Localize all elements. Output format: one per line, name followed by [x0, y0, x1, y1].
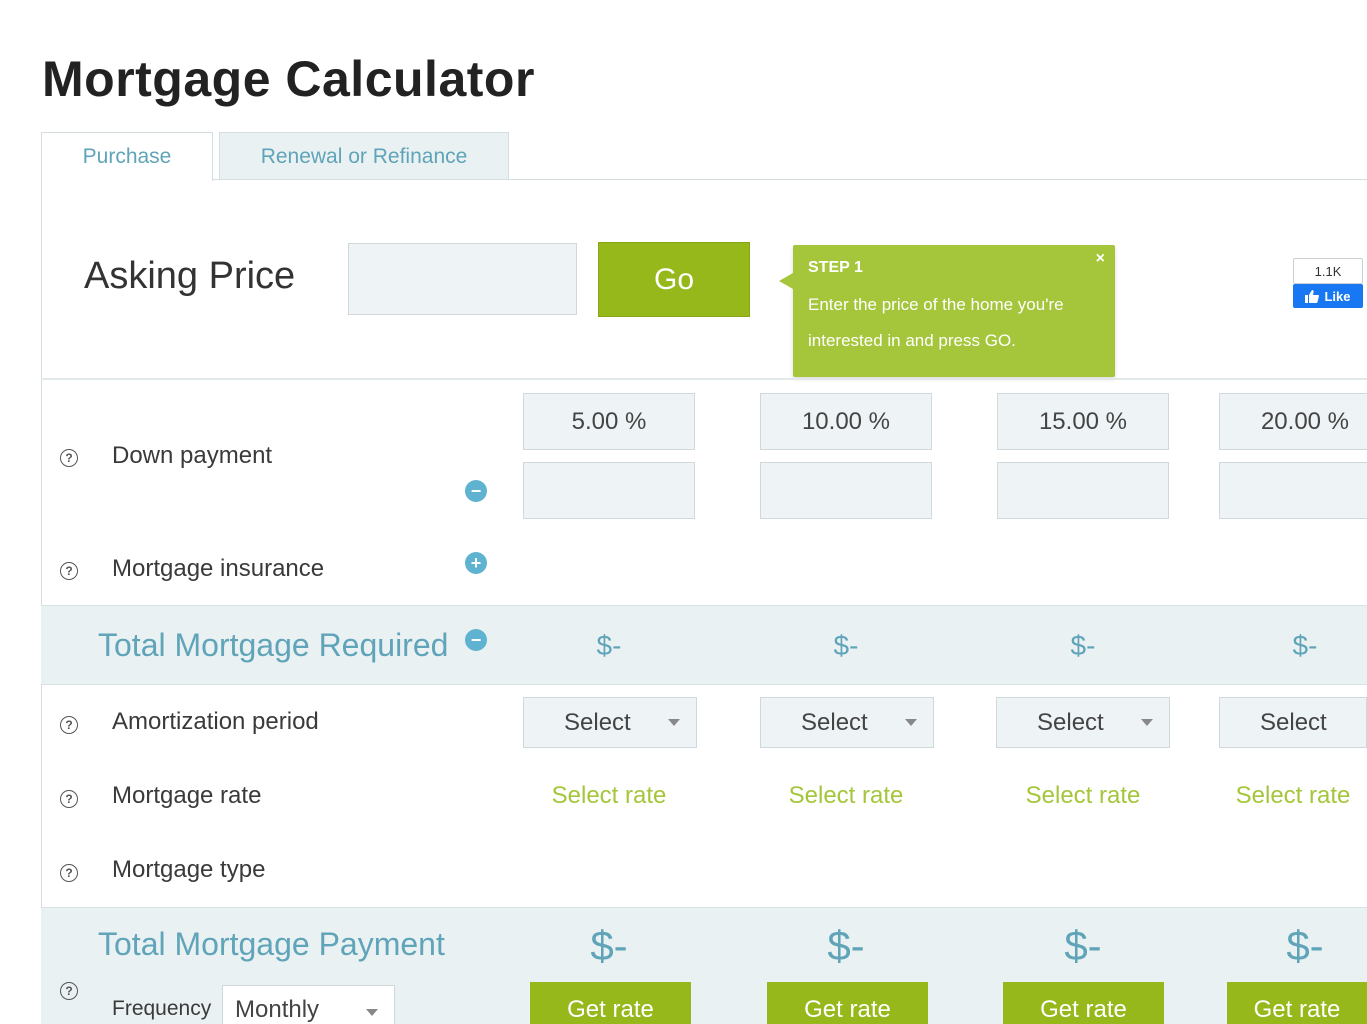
total-payment-value-2: $- — [827, 922, 865, 969]
select-value: Select — [564, 708, 631, 736]
down-payment-percent-1[interactable]: 5.00 % — [523, 393, 695, 450]
facebook-like-widget: 1.1K Like — [1293, 258, 1363, 310]
help-icon[interactable]: ? — [60, 790, 78, 808]
frequency-select[interactable]: Monthly — [222, 985, 395, 1024]
mortgage-rate-label: Mortgage rate — [112, 782, 262, 809]
chevron-down-icon — [1141, 719, 1153, 726]
thumbs-up-icon — [1305, 289, 1320, 303]
tooltip-text: Enter the price of the home you're inter… — [808, 295, 1064, 350]
amortization-select-2[interactable]: Select — [760, 697, 934, 748]
chevron-down-icon — [668, 719, 680, 726]
select-value: Select — [1260, 708, 1327, 736]
total-required-value-3: $- — [1070, 630, 1096, 661]
down-payment-percent-4[interactable]: 20.00 % — [1219, 393, 1367, 450]
get-rate-button-2[interactable]: Get rate — [767, 982, 928, 1024]
minus-circle-icon[interactable]: − — [465, 480, 487, 502]
frequency-label: Frequency — [112, 997, 212, 1020]
total-payment-value-3: $- — [1064, 922, 1102, 969]
total-mortgage-payment-title: Total Mortgage Payment — [98, 926, 445, 962]
asking-price-input[interactable] — [348, 243, 577, 315]
select-rate-link-4[interactable]: Select rate — [1219, 782, 1367, 810]
select-value: Select — [801, 708, 868, 736]
help-icon[interactable]: ? — [60, 982, 78, 1000]
help-icon[interactable]: ? — [60, 716, 78, 734]
plus-circle-icon[interactable]: + — [465, 552, 487, 574]
select-rate-link-2[interactable]: Select rate — [760, 782, 932, 810]
total-mortgage-required-title: Total Mortgage Required — [98, 627, 449, 663]
close-icon[interactable]: × — [1096, 250, 1105, 268]
like-label: Like — [1324, 288, 1351, 304]
down-payment-percent-3[interactable]: 15.00 % — [997, 393, 1169, 450]
help-icon[interactable]: ? — [60, 449, 78, 467]
get-rate-button-4[interactable]: Get rate — [1227, 982, 1367, 1024]
total-payment-value-4: $- — [1286, 922, 1324, 969]
asking-price-label: Asking Price — [84, 255, 296, 297]
tab-renewal-refinance[interactable]: Renewal or Refinance — [219, 132, 509, 180]
down-payment-amount-3[interactable] — [997, 462, 1169, 519]
section-divider — [41, 378, 1367, 380]
tooltip-title: STEP 1 — [808, 259, 863, 276]
total-payment-value-1: $- — [590, 922, 628, 969]
page-title: Mortgage Calculator — [42, 51, 535, 107]
facebook-like-button[interactable]: Like — [1293, 284, 1363, 308]
down-payment-amount-4[interactable] — [1219, 462, 1367, 519]
down-payment-percent-2[interactable]: 10.00 % — [760, 393, 932, 450]
help-icon[interactable]: ? — [60, 562, 78, 580]
select-rate-link-1[interactable]: Select rate — [523, 782, 695, 810]
mortgage-type-label: Mortgage type — [112, 856, 266, 883]
down-payment-label: Down payment — [112, 442, 273, 469]
like-count: 1.1K — [1293, 258, 1363, 284]
help-icon[interactable]: ? — [60, 864, 78, 882]
minus-circle-icon[interactable]: − — [465, 629, 487, 651]
mortgage-insurance-label: Mortgage insurance — [112, 555, 325, 582]
select-value: Select — [1037, 708, 1104, 736]
tab-purchase[interactable]: Purchase — [41, 132, 213, 181]
chevron-down-icon — [905, 719, 917, 726]
amortization-select-3[interactable]: Select — [996, 697, 1170, 748]
down-payment-amount-2[interactable] — [760, 462, 932, 519]
down-payment-amount-1[interactable] — [523, 462, 695, 519]
amortization-period-label: Amortization period — [112, 708, 319, 735]
total-required-value-1: $- — [596, 630, 622, 661]
amortization-select-4[interactable]: Select — [1219, 697, 1367, 748]
step-tooltip: STEP 1 Enter the price of the home you'r… — [779, 245, 1115, 377]
select-rate-link-3[interactable]: Select rate — [997, 782, 1169, 810]
chevron-down-icon — [366, 1009, 378, 1016]
get-rate-button-1[interactable]: Get rate — [530, 982, 691, 1024]
get-rate-button-3[interactable]: Get rate — [1003, 982, 1164, 1024]
total-required-value-4: $- — [1292, 630, 1318, 661]
frequency-value: Monthly — [235, 996, 320, 1023]
amortization-select-1[interactable]: Select — [523, 697, 697, 748]
total-required-value-2: $- — [833, 630, 859, 661]
go-button[interactable]: Go — [598, 242, 750, 317]
